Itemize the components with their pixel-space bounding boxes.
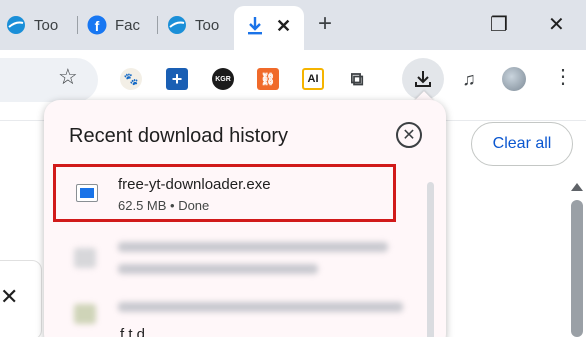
file-icon (74, 248, 96, 268)
partial-filename: f t d (120, 326, 146, 337)
tab-divider (77, 16, 78, 34)
extension-animal-icon[interactable]: 🐾 (120, 68, 142, 90)
close-window-icon[interactable]: ✕ (548, 12, 565, 37)
facebook-icon: f (87, 15, 107, 35)
close-icon[interactable]: ✕ (0, 284, 18, 310)
tab-divider (157, 16, 158, 34)
extension-link-icon[interactable]: ⛓ (257, 68, 279, 90)
extension-kgr-icon[interactable]: KGR (212, 68, 234, 90)
file-icon (74, 304, 96, 324)
extensions-puzzle-icon[interactable]: ⧉ (346, 68, 368, 90)
scroll-up-arrow-icon[interactable] (571, 183, 583, 191)
menu-icon[interactable]: ⋮ (553, 64, 573, 89)
restore-window-icon[interactable]: ❐ (490, 12, 508, 37)
tab-strip: Too f Fac Too ✕ + ❐ ✕ (0, 0, 586, 50)
tab-title: Too (34, 16, 59, 34)
bookmark-star-icon[interactable]: ☆ (58, 64, 78, 90)
new-tab-button[interactable]: + (318, 10, 332, 38)
list-item[interactable] (64, 232, 404, 288)
download-icon (415, 71, 431, 87)
bubble-scrollbar[interactable] (427, 182, 434, 337)
close-bubble-icon[interactable]: ✕ (396, 122, 422, 148)
tab-active-downloads[interactable]: ✕ (234, 6, 304, 50)
tab-title: Fac (115, 16, 141, 34)
svg-text:f: f (95, 18, 100, 34)
tab-1[interactable]: Too (6, 10, 76, 40)
redacted-text (118, 242, 388, 252)
redacted-text (118, 302, 403, 312)
clear-all-button[interactable]: Clear all (471, 122, 573, 166)
page-scrollbar[interactable] (571, 200, 583, 337)
tab-close-icon[interactable]: ✕ (276, 16, 291, 37)
media-control-icon[interactable]: ♫ (458, 68, 480, 90)
tab-2[interactable]: f Fac (87, 10, 155, 40)
download-icon (248, 17, 262, 35)
globe-icon (7, 16, 25, 34)
tab-title: Too (195, 16, 220, 34)
list-item[interactable] (64, 288, 404, 337)
address-bar[interactable] (0, 58, 98, 102)
redacted-text (118, 264, 318, 274)
globe-icon (168, 16, 186, 34)
highlight-box (53, 164, 396, 222)
bubble-title: Recent download history (69, 125, 289, 147)
extension-plus-icon[interactable]: + (166, 68, 188, 90)
tab-3[interactable]: Too (167, 10, 229, 40)
extension-ai-icon[interactable]: AI (302, 68, 324, 90)
profile-avatar[interactable] (502, 67, 526, 91)
